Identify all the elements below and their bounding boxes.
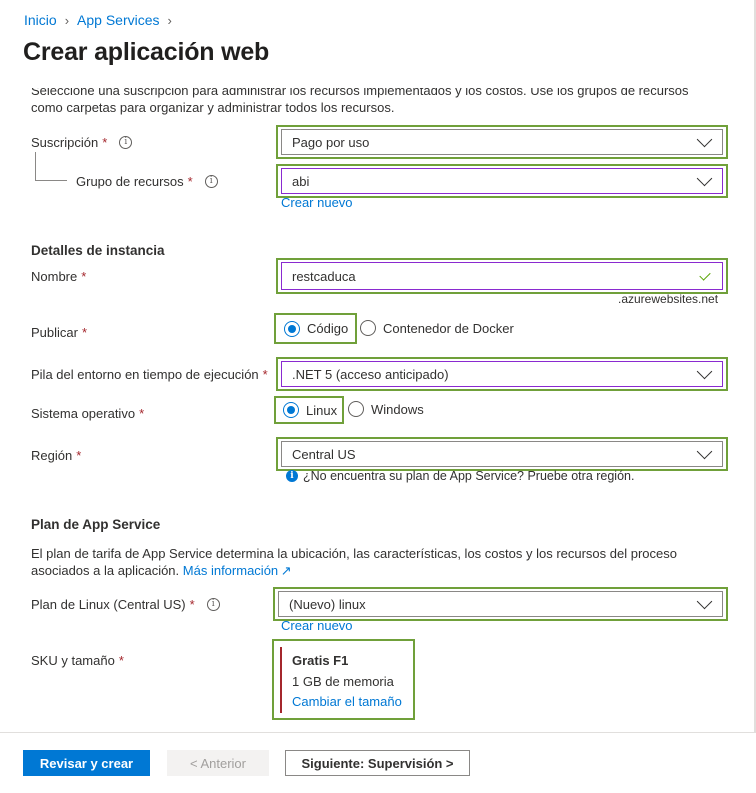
footer-bar: Revisar y crear < Anterior Siguiente: Su… [0, 732, 756, 793]
region-highlight: Central US [276, 437, 728, 471]
os-linux-option[interactable]: Linux [274, 396, 344, 424]
resource-group-value: abi [292, 173, 310, 189]
intro-scroll-mask [20, 72, 740, 88]
checkmark-icon [699, 268, 711, 281]
domain-suffix: .azurewebsites.net [618, 292, 719, 306]
runtime-label-text: Pila del entorno en tiempo de ejecución [31, 367, 259, 382]
publish-docker-option[interactable]: Contenedor de Docker [360, 320, 514, 336]
create-plan-link[interactable]: Crear nuevo [281, 618, 353, 633]
create-resource-group-link[interactable]: Crear nuevo [281, 195, 353, 210]
chevron-right-icon: › [167, 12, 172, 28]
page-title: Crear aplicación web [23, 38, 270, 66]
os-label-text: Sistema operativo [31, 406, 136, 421]
radio-unselected-icon[interactable] [348, 401, 364, 417]
name-label: Nombre * [31, 269, 86, 284]
runtime-label: Pila del entorno en tiempo de ejecución … [31, 367, 268, 382]
resource-group-select[interactable]: abi [281, 168, 723, 194]
instance-details-heading: Detalles de instancia [31, 243, 165, 258]
os-windows-option[interactable]: Windows [348, 401, 424, 417]
name-label-text: Nombre [31, 269, 78, 284]
publish-label: Publicar * [31, 325, 87, 340]
info-icon[interactable]: i [204, 175, 218, 188]
linux-plan-highlight: (Nuevo) linux [273, 587, 728, 621]
region-select[interactable]: Central US [281, 441, 723, 467]
region-hint-text: ¿No encuentra su plan de App Service? Pr… [303, 469, 635, 483]
resource-group-highlight: abi [276, 164, 728, 198]
required-mark: * [118, 653, 124, 668]
linux-plan-select[interactable]: (Nuevo) linux [278, 591, 723, 617]
chevron-right-icon: › [64, 12, 70, 28]
chevron-down-icon [696, 170, 713, 186]
name-value: restcaduca [292, 268, 356, 284]
os-linux-label: Linux [306, 402, 338, 418]
chevron-down-icon [696, 363, 713, 379]
required-mark: * [262, 367, 268, 382]
region-label-text: Región [31, 448, 73, 463]
info-icon[interactable]: i [119, 136, 133, 149]
required-mark: * [76, 448, 82, 463]
os-label: Sistema operativo * [31, 406, 144, 421]
breadcrumb: Inicio › App Services › [24, 12, 172, 28]
info-icon[interactable]: i [206, 598, 220, 611]
breadcrumb-app-services-link[interactable]: App Services [77, 12, 159, 28]
radio-unselected-icon[interactable] [360, 320, 376, 336]
region-value: Central US [292, 446, 356, 462]
next-button[interactable]: Siguiente: Supervisión > [285, 750, 470, 776]
publish-label-text: Publicar [31, 325, 78, 340]
publish-code-option[interactable]: Código [274, 313, 357, 344]
publish-docker-label: Contenedor de Docker [383, 320, 514, 336]
plan-description-text: El plan de tarifa de App Service determi… [31, 546, 677, 578]
os-windows-label: Windows [371, 401, 424, 417]
subscription-label-text: Suscripción [31, 135, 99, 150]
name-input[interactable]: restcaduca [281, 262, 723, 290]
required-mark: * [102, 135, 108, 150]
sku-card: Gratis F1 1 GB de memoria Cambiar el tam… [280, 647, 407, 713]
chevron-down-icon [696, 131, 713, 147]
radio-selected-icon[interactable] [283, 402, 299, 418]
review-create-button[interactable]: Revisar y crear [23, 750, 150, 776]
external-link-icon: ↗ [280, 563, 292, 578]
linux-plan-label: Plan de Linux (Central US) * i [31, 597, 220, 612]
info-icon: i [286, 470, 298, 482]
publish-code-label: Código [307, 321, 349, 336]
subscription-value: Pago por uso [292, 134, 370, 150]
required-mark: * [81, 269, 87, 284]
region-hint: i ¿No encuentra su plan de App Service? … [286, 469, 634, 483]
required-mark: * [81, 325, 88, 340]
chevron-down-icon [696, 593, 713, 609]
resource-group-label-text: Grupo de recursos [76, 174, 184, 189]
more-info-text: Más información [182, 563, 279, 578]
tree-connector [35, 152, 36, 180]
app-service-plan-description: El plan de tarifa de App Service determi… [31, 545, 731, 579]
more-info-link[interactable]: Más información ↗ [183, 563, 292, 578]
region-label: Región * [31, 448, 81, 463]
sku-label-text: SKU y tamaño [31, 653, 115, 668]
name-highlight: restcaduca [276, 258, 728, 294]
runtime-highlight: .NET 5 (acceso anticipado) [276, 357, 728, 391]
previous-button[interactable]: < Anterior [167, 750, 269, 776]
sku-memory: 1 GB de memoria [292, 674, 394, 689]
resource-group-label: Grupo de recursos * i [76, 174, 218, 189]
linux-plan-value: (Nuevo) linux [289, 596, 366, 612]
change-size-link[interactable]: Cambiar el tamaño [292, 694, 407, 709]
subscription-label: Suscripción * i [31, 135, 133, 150]
app-service-plan-heading: Plan de App Service [31, 517, 161, 532]
linux-plan-label-text: Plan de Linux (Central US) [31, 597, 186, 612]
chevron-down-icon [696, 443, 713, 459]
required-mark: * [139, 406, 145, 421]
runtime-value: .NET 5 (acceso anticipado) [292, 366, 449, 382]
breadcrumb-home-link[interactable]: Inicio [24, 12, 57, 28]
sku-highlight: Gratis F1 1 GB de memoria Cambiar el tam… [272, 639, 415, 720]
required-mark: * [187, 174, 193, 189]
subscription-select[interactable]: Pago por uso [281, 129, 723, 155]
required-mark: * [189, 597, 195, 612]
subscription-highlight: Pago por uso [276, 125, 728, 159]
runtime-select[interactable]: .NET 5 (acceso anticipado) [281, 361, 723, 387]
tree-connector [35, 180, 67, 181]
radio-selected-icon[interactable] [284, 320, 300, 337]
sku-tier: Gratis F1 [292, 653, 349, 668]
sku-label: SKU y tamaño * [31, 653, 124, 668]
